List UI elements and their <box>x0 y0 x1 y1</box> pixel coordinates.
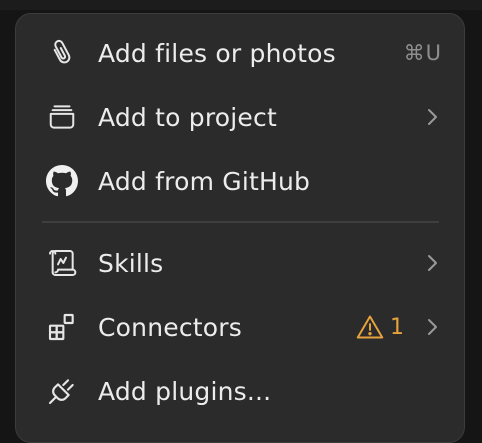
menu-divider <box>42 221 439 223</box>
menu-item-add-to-project[interactable]: Add to project <box>16 88 464 146</box>
connectors-icon <box>44 309 80 345</box>
menu-item-add-plugins[interactable]: Add plugins... <box>16 362 464 420</box>
menu-item-label: Skills <box>98 248 164 278</box>
attachment-menu: Add files or photos ⌘U Add to project Ad… <box>15 13 465 443</box>
project-box-icon <box>44 99 80 135</box>
plug-icon <box>44 373 80 409</box>
paperclip-icon <box>44 35 80 71</box>
menu-item-label: Connectors <box>98 312 242 342</box>
menu-item-label: Add files or photos <box>98 38 336 68</box>
chevron-right-icon <box>422 253 442 273</box>
background-window <box>0 0 482 10</box>
chevron-right-icon <box>422 317 442 337</box>
menu-item-add-from-github[interactable]: Add from GitHub <box>16 152 464 210</box>
scroll-icon <box>44 245 80 281</box>
menu-item-label: Add to project <box>98 102 277 132</box>
menu-item-connectors[interactable]: Connectors 1 <box>16 298 464 356</box>
menu-item-label: Add plugins... <box>98 376 272 406</box>
keyboard-shortcut: ⌘U <box>403 41 442 65</box>
warning-indicator[interactable]: 1 <box>356 314 404 340</box>
menu-item-skills[interactable]: Skills <box>16 234 464 292</box>
menu-item-label: Add from GitHub <box>98 166 311 196</box>
chevron-right-icon <box>422 107 442 127</box>
warning-triangle-icon <box>356 314 384 340</box>
menu-item-add-files[interactable]: Add files or photos ⌘U <box>16 24 464 82</box>
warning-count: 1 <box>390 314 404 340</box>
github-icon <box>44 163 80 199</box>
